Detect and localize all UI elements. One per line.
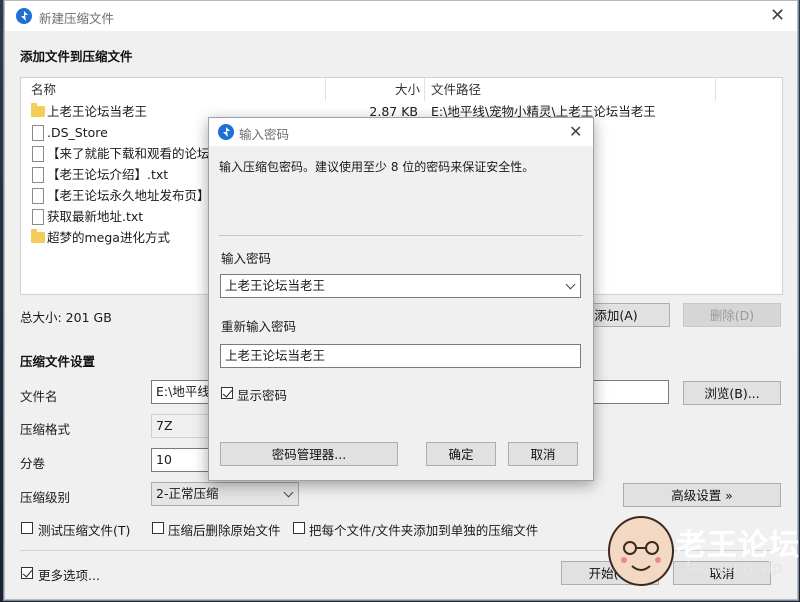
file-name: 【老王论坛永久地址发布页】.tx (47, 188, 226, 203)
divider (219, 235, 583, 236)
file-name: 【老王论坛介绍】.txt (47, 167, 169, 182)
password-input[interactable]: 上老王论坛当老王 (220, 274, 581, 298)
ok-button[interactable]: 确定 (426, 442, 496, 466)
delete-source-label: 压缩后删除原始文件 (168, 523, 281, 538)
app-icon (16, 8, 32, 24)
more-options-label: 更多选项... (38, 568, 100, 583)
password-value: 上老王论坛当老王 (225, 278, 326, 293)
file-icon (32, 146, 44, 162)
file-name: 超梦的mega进化方式 (47, 230, 170, 245)
dialog-hint: 输入压缩包密码。建议使用至少 8 位的密码来保证安全性。 (219, 160, 535, 174)
level-select[interactable]: 2-正常压缩 (151, 482, 299, 506)
password-manager-button[interactable]: 密码管理器... (220, 442, 398, 466)
dialog-title-bar: 输入密码 ✕ (209, 118, 593, 146)
window-title: 新建压缩文件 (39, 11, 115, 26)
browse-button[interactable]: 浏览(B)... (683, 381, 781, 405)
close-icon[interactable]: ✕ (770, 7, 785, 25)
file-icon (32, 188, 44, 204)
test-archive-checkbox[interactable] (21, 522, 33, 534)
column-divider[interactable] (325, 78, 326, 101)
file-icon (32, 167, 44, 183)
column-header-size[interactable]: 大小 (395, 78, 420, 101)
file-name: 获取最新地址.txt (47, 209, 144, 224)
total-size: 总大小: 201 GB (20, 310, 112, 325)
delete-source-checkbox[interactable] (152, 522, 164, 534)
dialog-cancel-button[interactable]: 取消 (508, 442, 578, 466)
advanced-settings-button[interactable]: 高级设置 » (623, 483, 781, 507)
title-bar: 新建压缩文件 ✕ (5, 1, 797, 31)
split-label: 分卷 (20, 456, 46, 471)
folder-icon (31, 103, 45, 117)
column-divider[interactable] (715, 78, 716, 101)
chevron-down-icon[interactable] (565, 279, 576, 290)
add-files-heading: 添加文件到压缩文件 (20, 49, 133, 64)
folder-icon (31, 229, 45, 243)
column-header-name[interactable]: 名称 (31, 78, 56, 101)
app-icon (218, 124, 234, 140)
test-archive-label: 测试压缩文件(T) (38, 523, 131, 538)
close-icon[interactable]: ✕ (569, 123, 582, 141)
file-name: .DS_Store (47, 125, 108, 140)
separate-archives-checkbox[interactable] (293, 522, 305, 534)
show-password-label: 显示密码 (237, 388, 288, 403)
confirm-password-label: 重新输入密码 (221, 319, 297, 334)
watermark: 老王论坛 laowang.vip (600, 512, 800, 602)
password-label: 输入密码 (221, 251, 272, 266)
file-icon (32, 125, 44, 141)
delete-button[interactable]: 删除(D) (683, 303, 781, 327)
file-name: 上老王论坛当老王 (47, 104, 148, 119)
file-icon (32, 209, 44, 225)
settings-heading: 压缩文件设置 (20, 354, 96, 369)
watermark-url: laowang.vip (686, 558, 783, 577)
dialog-title: 输入密码 (239, 127, 290, 142)
separate-archives-label: 把每个文件/文件夹添加到单独的压缩文件 (309, 523, 539, 538)
level-label: 压缩级别 (20, 490, 71, 505)
chevron-down-icon (283, 487, 294, 498)
column-divider[interactable] (424, 78, 425, 101)
mascot-face-icon (608, 516, 674, 586)
password-dialog: 输入密码 ✕ 输入压缩包密码。建议使用至少 8 位的密码来保证安全性。 输入密码… (208, 117, 594, 481)
more-options-checkbox[interactable] (21, 567, 33, 579)
column-header-path[interactable]: 文件路径 (431, 78, 481, 101)
filename-label: 文件名 (20, 389, 58, 404)
show-password-checkbox[interactable] (221, 387, 233, 399)
format-label: 压缩格式 (20, 422, 71, 437)
file-name: 【来了就能下载和观看的论坛, (47, 146, 214, 161)
confirm-password-input[interactable]: 上老王论坛当老王 (220, 344, 581, 368)
level-select-value: 2-正常压缩 (156, 486, 219, 501)
